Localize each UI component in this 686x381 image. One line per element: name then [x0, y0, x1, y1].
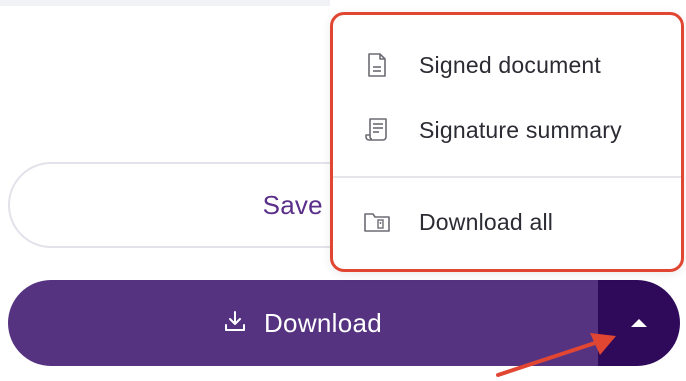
document-icon	[361, 49, 393, 81]
menu-item-signed-document[interactable]: Signed document	[333, 35, 681, 95]
download-icon	[224, 310, 246, 337]
download-options-menu: Signed document Signature summary Downlo…	[330, 12, 684, 272]
receipt-icon	[361, 114, 393, 146]
menu-item-label: Download all	[419, 208, 554, 235]
folder-zip-icon	[361, 206, 393, 238]
menu-item-download-all[interactable]: Download all	[333, 192, 681, 252]
menu-item-signature-summary[interactable]: Signature summary	[333, 100, 681, 160]
menu-divider	[333, 176, 681, 178]
download-label: Download	[263, 307, 383, 338]
top-divider	[0, 0, 330, 6]
caret-up-icon	[631, 319, 647, 327]
menu-item-label: Signature summary	[419, 116, 622, 143]
menu-item-label: Signed document	[419, 51, 602, 78]
annotation-arrow	[496, 333, 616, 377]
